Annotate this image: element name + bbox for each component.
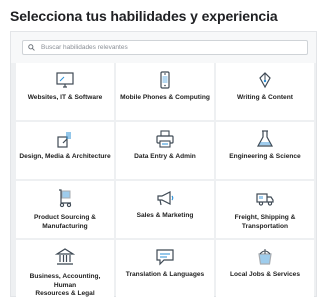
skills-panel: Buscar habilidades relevantes Websites, … <box>10 31 317 297</box>
search-input[interactable]: Buscar habilidades relevantes <box>22 40 308 55</box>
category-tile-sales-marketing[interactable]: Sales & Marketing <box>116 181 214 238</box>
category-label: Websites, IT & Software <box>27 94 103 101</box>
category-label: Business, Accounting, Human Resources & … <box>29 273 101 298</box>
category-tile-design-media-architecture[interactable]: Design, Media & Architecture <box>16 122 114 179</box>
category-label: Local Jobs & Services <box>229 271 300 278</box>
printer-icon <box>156 130 174 148</box>
flask-icon <box>256 130 274 147</box>
category-grid: Websites, IT & Software Mobile Phones & … <box>11 63 316 297</box>
category-label: Design, Media & Architecture <box>19 153 111 160</box>
paint-palette-icon <box>57 132 71 148</box>
category-label: Product Sourcing & Manufacturing <box>34 214 96 230</box>
category-label: Translation & Languages <box>125 271 205 278</box>
search-bar-container: Buscar habilidades relevantes <box>11 32 316 63</box>
monitor-icon <box>56 72 74 88</box>
category-tile-product-sourcing-manufacturing[interactable]: Product Sourcing & Manufacturing <box>16 181 114 238</box>
hand-truck-icon <box>59 189 72 208</box>
category-tile-writing-content[interactable]: Writing & Content <box>216 63 314 120</box>
search-placeholder: Buscar habilidades relevantes <box>41 44 128 51</box>
paint-bucket-icon <box>258 249 272 265</box>
category-tile-websites-it-software[interactable]: Websites, IT & Software <box>16 63 114 120</box>
bank-building-icon <box>55 248 75 265</box>
category-label: Sales & Marketing <box>136 212 194 219</box>
category-tile-freight-shipping-transportation[interactable]: Freight, Shipping & Transportation <box>216 181 314 238</box>
pen-nib-icon <box>259 72 271 89</box>
category-label: Writing & Content <box>237 94 293 101</box>
category-tile-mobile-phones-computing[interactable]: Mobile Phones & Computing <box>116 63 214 120</box>
category-tile-local-jobs-services[interactable]: Local Jobs & Services <box>216 240 314 297</box>
category-tile-data-entry-admin[interactable]: Data Entry & Admin <box>116 122 214 179</box>
category-tile-business-accounting-hr-legal[interactable]: Business, Accounting, Human Resources & … <box>16 240 114 297</box>
megaphone-icon <box>157 191 174 206</box>
category-tile-translation-languages[interactable]: Translation & Languages <box>116 240 214 297</box>
speech-bubble-icon <box>156 249 174 266</box>
category-label: Freight, Shipping & Transportation <box>234 214 296 230</box>
page-title: Selecciona tus habilidades y experiencia <box>10 8 278 24</box>
mobile-phone-icon <box>160 71 170 89</box>
category-label: Data Entry & Admin <box>134 153 196 160</box>
category-tile-engineering-science[interactable]: Engineering & Science <box>216 122 314 179</box>
category-label: Mobile Phones & Computing <box>120 94 210 101</box>
category-label: Engineering & Science <box>229 153 301 160</box>
search-icon <box>28 44 35 51</box>
delivery-truck-icon <box>256 193 274 206</box>
